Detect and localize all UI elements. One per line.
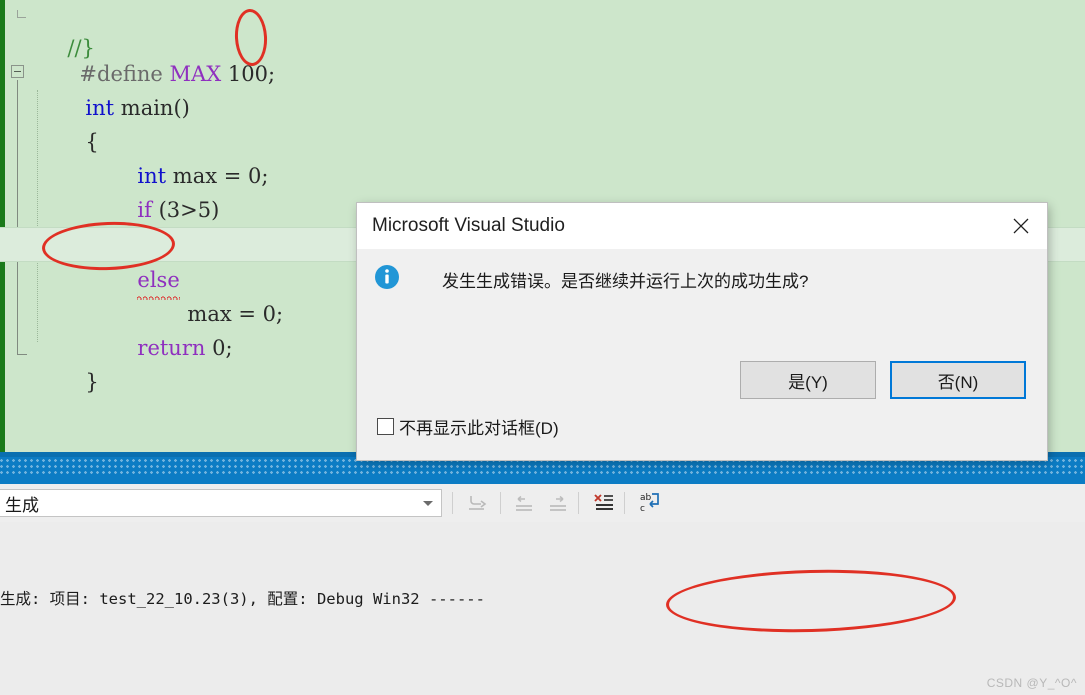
message-dialog: Microsoft Visual Studio 发生生成错误。是否继续并运行上次… <box>357 203 1047 460</box>
go-to-message-icon[interactable] <box>460 488 492 518</box>
toolbar-separator-2 <box>500 492 501 514</box>
yes-button[interactable]: 是(Y) <box>740 361 876 399</box>
output-text[interactable]: 生成: 项目: test_22_10.23(3), 配置: Debug Win3… <box>0 522 1085 695</box>
vs-window: //} #define MAX 100; int main() { int ma… <box>0 0 1085 695</box>
band-dot-texture <box>0 459 1085 476</box>
dialog-message: 发生生成错误。是否继续并运行上次的成功生成? <box>442 272 809 291</box>
output-line-2 <box>0 654 1085 676</box>
clear-all-icon[interactable] <box>588 488 620 518</box>
watermark: CSDN @Y_^O^ <box>986 676 1077 690</box>
code-line-4[interactable]: { <box>0 90 1085 154</box>
checkbox-box[interactable] <box>377 418 394 435</box>
output-pane: 生成 ab c 生成: 项目: test_22_10.23(3), 配置: De… <box>0 484 1085 695</box>
next-message-icon[interactable] <box>542 488 574 518</box>
dialog-title: Microsoft Visual Studio <box>372 215 565 236</box>
code-line-2[interactable]: #define MAX 100; <box>0 22 1085 86</box>
output-line-1: 生成: 项目: test_22_10.23(3), 配置: Debug Win3… <box>0 590 485 608</box>
code-line-5[interactable]: int max = 0; <box>0 124 1085 188</box>
dialog-title-bar: Microsoft Visual Studio <box>357 203 1047 249</box>
toggle-word-wrap-icon[interactable]: ab c <box>634 488 666 518</box>
toolbar-separator-3 <box>578 492 579 514</box>
toolbar-separator-4 <box>624 492 625 514</box>
svg-text:ab: ab <box>640 493 652 503</box>
chevron-down-icon[interactable] <box>423 501 433 506</box>
code-line-6[interactable]: if (3>5) <box>0 158 1085 222</box>
output-source-combobox[interactable]: 生成 <box>0 489 442 517</box>
info-icon <box>374 264 400 290</box>
checkbox-label: 不再显示此对话框(D) <box>399 419 559 438</box>
svg-text:c: c <box>640 504 645 514</box>
dialog-body: 发生生成错误。是否继续并运行上次的成功生成? 是(Y) 否(N) 不再显示此对话… <box>357 249 1047 456</box>
output-toolbar: 生成 ab c <box>0 484 1085 522</box>
code-line-3[interactable]: int main() <box>0 56 1085 120</box>
previous-message-icon[interactable] <box>508 488 540 518</box>
token-brace-close: } <box>85 369 99 394</box>
toolbar-separator-1 <box>452 492 453 514</box>
close-icon[interactable] <box>995 203 1047 249</box>
output-source-value: 生成 <box>5 495 39 515</box>
no-button[interactable]: 否(N) <box>890 361 1026 399</box>
dont-show-again-checkbox[interactable]: 不再显示此对话框(D) <box>377 414 559 439</box>
